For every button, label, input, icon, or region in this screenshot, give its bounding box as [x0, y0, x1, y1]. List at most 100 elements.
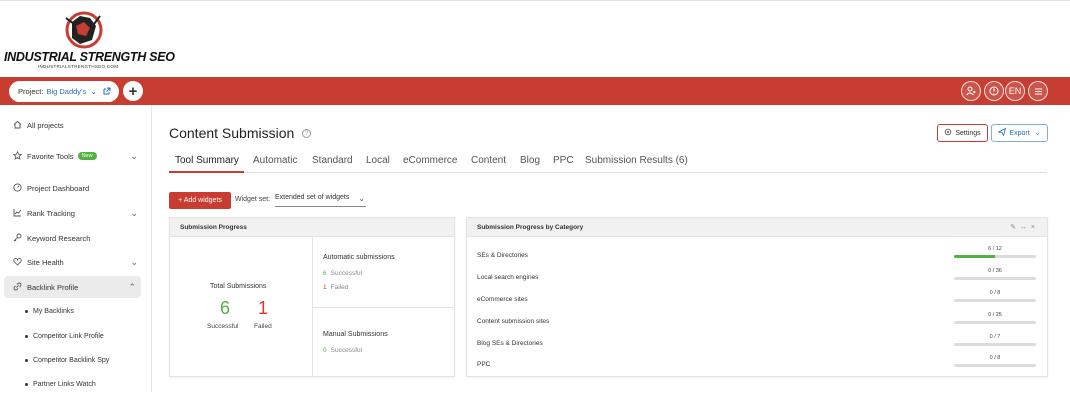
automatic-failed-row: 1 Failed: [323, 284, 348, 291]
panel-title: Submission Progress by Category: [467, 218, 1047, 237]
menu-icon[interactable]: [1028, 81, 1048, 101]
successful-label: Successful: [207, 323, 239, 330]
category-count: 0 / 36: [988, 268, 1002, 274]
active-tab-indicator: [169, 171, 244, 173]
settings-label: Settings: [955, 129, 981, 137]
sidebar-item-label: Backlink Profile: [27, 282, 79, 292]
tab-bar: Tool Summary Automatic Standard Local eC…: [169, 150, 1047, 173]
panel-title: Submission Progress: [170, 218, 454, 237]
sidebar-item-favorite-tools[interactable]: Favorite Tools New ⌄: [0, 145, 152, 167]
bullet-icon: [25, 334, 28, 338]
heart-icon: [11, 257, 23, 268]
sidebar-item-label: Site Health: [27, 257, 64, 267]
sidebar-subitem-competitor-backlink-spy[interactable]: Competitor Backlink Spy: [0, 349, 152, 371]
category-label: SEs & Directories: [477, 252, 528, 259]
logo-subtitle: INDUSTRIALSTRENGTHSEO.COM: [38, 64, 119, 69]
dashboard-icon: [11, 182, 23, 194]
total-submissions-label: Total Submissions: [210, 283, 267, 290]
widget-set-label: Widget set:: [235, 196, 271, 203]
sidebar-subitem-competitor-link-profile[interactable]: Competitor Link Profile: [0, 325, 152, 347]
progress-fill: [954, 255, 995, 258]
link-icon: [11, 282, 23, 293]
bullet-icon: [25, 358, 28, 362]
key-icon: [11, 233, 23, 244]
sidebar-subitem-label: Partner Links Watch: [33, 380, 96, 388]
sidebar: All projects Favorite Tools New ⌄ Projec…: [0, 105, 152, 392]
automatic-successful-row: 6 Successful: [323, 270, 362, 277]
automatic-successful-label: Successful: [330, 270, 363, 277]
submission-progress-panel: Submission Progress Total Submissions 6 …: [169, 217, 455, 377]
automatic-failed-label: Failed: [330, 284, 349, 291]
project-label: Project:: [18, 87, 44, 96]
edit-icon[interactable]: ✎: [1010, 224, 1016, 231]
widget-set-value: Extended set of widgets: [275, 194, 350, 201]
export-label: Export: [1009, 129, 1030, 137]
resize-icon[interactable]: ↔: [1020, 224, 1027, 231]
language-label: EN: [1008, 86, 1022, 96]
category-progress-bar: [954, 255, 1036, 258]
failed-label: Failed: [254, 323, 272, 330]
add-widgets-button[interactable]: + Add widgets: [169, 192, 231, 209]
sidebar-item-rank-tracking[interactable]: Rank Tracking ⌄: [0, 202, 152, 224]
manual-successful-count: 0: [323, 347, 327, 354]
tab-blog[interactable]: Blog: [520, 155, 540, 166]
chevron-down-icon[interactable]: ⌄: [130, 151, 138, 162]
category-label: Blog SEs & Directories: [477, 340, 543, 347]
gear-icon: [944, 128, 952, 138]
top-border: [0, 0, 1070, 3]
chevron-up-icon[interactable]: ⌃: [128, 282, 136, 293]
sidebar-item-label: All projects: [27, 120, 64, 130]
project-selector[interactable]: Project: Big Daddy's ⌄: [9, 81, 119, 102]
divider: [313, 307, 455, 308]
sidebar-item-label: Favorite Tools: [27, 151, 74, 161]
chevron-down-icon[interactable]: ⌄: [130, 257, 138, 268]
tab-automatic[interactable]: Automatic: [253, 155, 297, 166]
sidebar-item-keyword-research[interactable]: Keyword Research: [0, 227, 152, 249]
sidebar-item-backlink-profile[interactable]: Backlink Profile ⌃: [4, 276, 141, 298]
sidebar-item-label: Project Dashboard: [27, 183, 90, 193]
category-progress-bar: [954, 277, 1036, 280]
star-icon: [11, 150, 23, 162]
language-button[interactable]: EN: [1005, 81, 1025, 101]
category-count: 0 / 25: [988, 312, 1002, 318]
chevron-down-icon: ⌄: [90, 87, 97, 96]
tab-tool-summary[interactable]: Tool Summary: [175, 155, 239, 166]
category-progress-bar: [954, 343, 1036, 346]
sidebar-item-site-health[interactable]: Site Health ⌄: [0, 251, 152, 273]
tab-ecommerce[interactable]: eCommerce: [403, 155, 457, 166]
chevron-down-icon[interactable]: ⌄: [130, 208, 138, 219]
category-count: 0 / 7: [989, 334, 1001, 340]
page-title: Content Submission: [169, 125, 295, 141]
send-icon: [997, 127, 1007, 138]
tab-local[interactable]: Local: [366, 155, 390, 166]
home-icon: [11, 120, 23, 131]
widget-set-select[interactable]: Extended set of widgets ⌄: [275, 194, 366, 207]
add-project-button[interactable]: +: [123, 81, 143, 101]
category-label: Content submission sites: [477, 318, 550, 325]
tab-ppc[interactable]: PPC: [553, 155, 574, 166]
sidebar-subitem-my-backlinks[interactable]: My Backlinks: [0, 300, 152, 322]
company-logo[interactable]: INDUSTRIAL STRENGTH SEO INDUSTRIALSTRENG…: [4, 10, 175, 72]
plus-icon: +: [128, 82, 138, 100]
automatic-failed-count: 1: [323, 284, 327, 291]
external-link-icon[interactable]: [103, 87, 111, 97]
user-icon[interactable]: [961, 81, 981, 101]
sidebar-item-all-projects[interactable]: All projects: [0, 114, 152, 136]
close-icon[interactable]: ×: [1031, 224, 1035, 231]
tab-standard[interactable]: Standard: [312, 155, 353, 166]
new-badge: New: [77, 152, 97, 160]
bullet-icon: [25, 309, 28, 313]
tab-content[interactable]: Content: [471, 155, 506, 166]
category-progress-panel: Submission Progress by Category ✎ ↔ × SE…: [466, 217, 1048, 377]
category-count: 6 / 12: [988, 246, 1002, 252]
sidebar-item-project-dashboard[interactable]: Project Dashboard: [0, 177, 152, 199]
tab-submission-results[interactable]: Submission Results (6): [585, 155, 688, 166]
chevron-down-icon: ⌄: [1034, 130, 1041, 137]
sidebar-item-label: Keyword Research: [27, 233, 91, 243]
help-icon[interactable]: [984, 81, 1004, 101]
panel-controls: ✎ ↔ ×: [1010, 223, 1035, 231]
settings-button[interactable]: Settings: [937, 124, 988, 142]
help-icon[interactable]: ?: [302, 129, 311, 138]
export-button[interactable]: Export ⌄: [991, 124, 1048, 142]
manual-successful-label: Successful: [330, 347, 363, 354]
